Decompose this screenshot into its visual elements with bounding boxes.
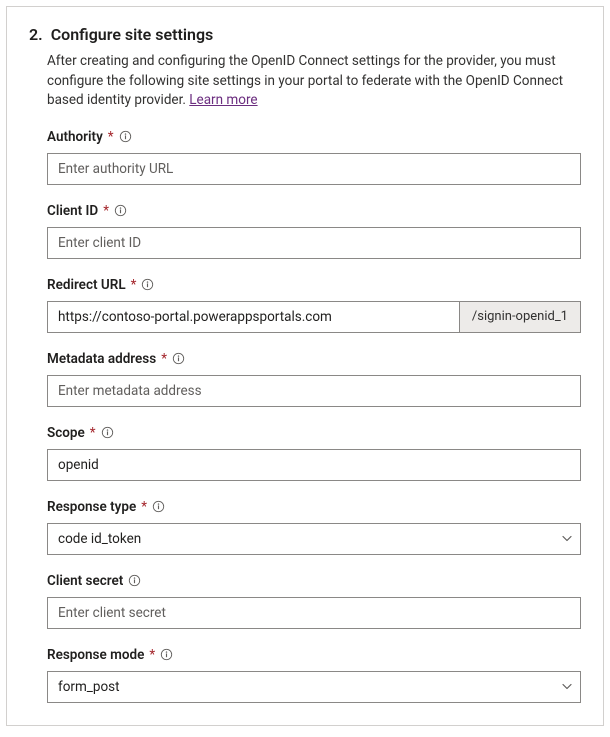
info-icon[interactable] (128, 574, 141, 587)
scope-field: Scope * (47, 425, 581, 481)
required-indicator: * (149, 647, 155, 663)
step-header: 2. Configure site settings (29, 25, 581, 44)
metadata-address-field: Metadata address * (47, 351, 581, 407)
response-mode-field: Response mode * form_post (47, 647, 581, 703)
response-type-label: Response type (47, 499, 136, 515)
required-indicator: * (108, 129, 114, 145)
authority-label: Authority (47, 129, 103, 145)
scope-label: Scope (47, 425, 85, 441)
authority-input[interactable] (47, 153, 581, 185)
info-icon[interactable] (152, 500, 165, 513)
scope-input[interactable] (47, 449, 581, 481)
required-indicator: * (90, 425, 96, 441)
step-description: After creating and configuring the OpenI… (47, 52, 581, 111)
required-indicator: * (161, 351, 167, 367)
info-icon[interactable] (141, 278, 154, 291)
info-icon[interactable] (172, 352, 185, 365)
info-icon[interactable] (160, 648, 173, 661)
configure-site-settings-panel: 2. Configure site settings After creatin… (6, 6, 604, 726)
client-secret-label: Client secret (47, 573, 123, 589)
required-indicator: * (131, 277, 137, 293)
response-type-field: Response type * code id_token (47, 499, 581, 555)
client-id-input[interactable] (47, 227, 581, 259)
metadata-address-label: Metadata address (47, 351, 156, 367)
info-icon[interactable] (114, 204, 127, 217)
redirect-url-field: Redirect URL * /signin-openid_1 (47, 277, 581, 333)
redirect-url-suffix: /signin-openid_1 (459, 301, 581, 333)
client-secret-field: Client secret (47, 573, 581, 629)
client-secret-input[interactable] (47, 597, 581, 629)
response-type-select[interactable]: code id_token (47, 523, 581, 555)
required-indicator: * (141, 499, 147, 515)
redirect-url-input[interactable] (47, 301, 459, 333)
response-type-value: code id_token (58, 531, 141, 547)
step-description-text: After creating and configuring the OpenI… (47, 53, 563, 108)
client-id-label: Client ID (47, 203, 98, 219)
response-mode-select[interactable]: form_post (47, 671, 581, 703)
info-icon[interactable] (119, 130, 132, 143)
required-indicator: * (103, 203, 109, 219)
learn-more-link[interactable]: Learn more (189, 92, 257, 108)
step-title: Configure site settings (51, 25, 214, 44)
response-mode-label: Response mode (47, 647, 144, 663)
form-area: Authority * Client ID * Redirect URL (47, 129, 581, 703)
info-icon[interactable] (101, 426, 114, 439)
authority-field: Authority * (47, 129, 581, 185)
metadata-address-input[interactable] (47, 375, 581, 407)
response-mode-value: form_post (58, 679, 120, 695)
client-id-field: Client ID * (47, 203, 581, 259)
redirect-url-label: Redirect URL (47, 277, 126, 293)
step-number: 2. (29, 25, 43, 44)
